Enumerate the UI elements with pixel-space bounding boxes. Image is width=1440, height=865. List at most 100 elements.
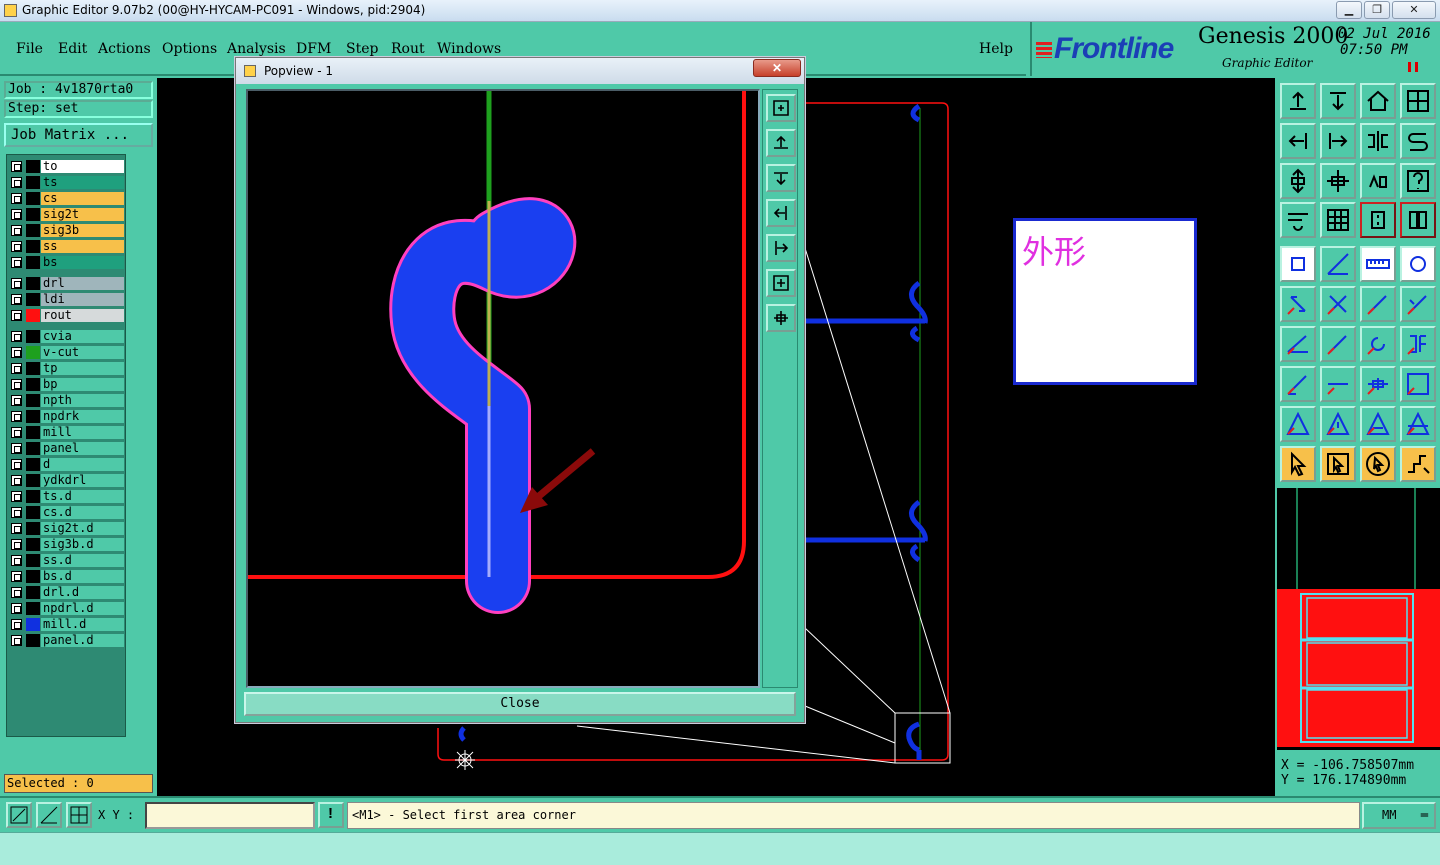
triangle-tool-button[interactable]: [1280, 406, 1316, 442]
layer-name[interactable]: panel.d: [41, 634, 124, 647]
layer-stack-tool-button[interactable]: [1360, 202, 1396, 238]
minimize-button[interactable]: ▁: [1336, 1, 1362, 19]
connect-tool-button[interactable]: [1280, 286, 1316, 322]
layer-row[interactable]: drl: [9, 276, 124, 291]
pad-tool-button[interactable]: [1280, 246, 1316, 282]
job-matrix-button[interactable]: Job Matrix ...: [4, 123, 153, 147]
popview-titlebar[interactable]: Popview - 1 ✕: [236, 58, 804, 84]
layer-name[interactable]: sig2t: [41, 208, 124, 221]
popview-window[interactable]: Popview - 1 ✕ Close: [235, 57, 805, 723]
layer-row[interactable]: bs: [9, 255, 124, 270]
scale-tool-button[interactable]: [1360, 163, 1396, 199]
layer-name[interactable]: ts: [41, 176, 124, 189]
zoom-box-button[interactable]: [6, 802, 32, 828]
layer-checkbox[interactable]: [11, 603, 22, 614]
layer-row[interactable]: to: [9, 159, 124, 174]
layer-checkbox[interactable]: [11, 475, 22, 486]
layer-checkbox[interactable]: [11, 619, 22, 630]
layer-row[interactable]: tp: [9, 361, 124, 376]
layer-row[interactable]: drl.d: [9, 585, 124, 600]
layer-color-swatch[interactable]: [26, 426, 40, 439]
pan-right-button[interactable]: [766, 234, 796, 262]
layer-checkbox[interactable]: [11, 395, 22, 406]
layer-checkbox[interactable]: [11, 177, 22, 188]
select-box-tool-button[interactable]: [1320, 446, 1356, 482]
pointer-tool-button[interactable]: [1280, 446, 1316, 482]
layer-checkbox[interactable]: [11, 331, 22, 342]
layer-checkbox[interactable]: [11, 278, 22, 289]
menu-step[interactable]: Step: [346, 41, 378, 57]
layer-color-swatch[interactable]: [26, 256, 40, 269]
mirror-tool-button[interactable]: [1360, 123, 1396, 159]
layer-name[interactable]: rout: [41, 309, 124, 322]
layer-name[interactable]: drl: [41, 277, 124, 290]
layer-color-swatch[interactable]: [26, 602, 40, 615]
tool-settings-tool-button[interactable]: [1280, 202, 1316, 238]
layer-name[interactable]: tp: [41, 362, 124, 375]
ruler-tool-button[interactable]: [1360, 246, 1396, 282]
layer-color-swatch[interactable]: [26, 192, 40, 205]
layer-name[interactable]: ts.d: [41, 490, 124, 503]
layer-name[interactable]: sig2t.d: [41, 522, 124, 535]
diagonal-tool-button[interactable]: [1320, 326, 1356, 362]
layer-name[interactable]: bs.d: [41, 570, 124, 583]
layer-row[interactable]: ts: [9, 175, 124, 190]
layer-row[interactable]: sig2t: [9, 207, 124, 222]
grid-button[interactable]: [66, 802, 92, 828]
popview-close-button[interactable]: Close: [244, 692, 796, 716]
layer-color-swatch[interactable]: [26, 330, 40, 343]
menu-edit[interactable]: Edit: [58, 41, 87, 57]
layer-checkbox[interactable]: [11, 209, 22, 220]
layer-checkbox[interactable]: [11, 539, 22, 550]
layer-color-swatch[interactable]: [26, 474, 40, 487]
move-up-tool-button[interactable]: [1280, 83, 1316, 119]
layer-name[interactable]: sig3b: [41, 224, 124, 237]
angle-tool-button[interactable]: [1280, 326, 1316, 362]
layer-checkbox[interactable]: [11, 571, 22, 582]
layer-color-swatch[interactable]: [26, 160, 40, 173]
layer-color-swatch[interactable]: [26, 362, 40, 375]
layer-color-swatch[interactable]: [26, 293, 40, 306]
move-right-tool-button[interactable]: [1320, 123, 1356, 159]
layer-color-swatch[interactable]: [26, 522, 40, 535]
move-left-tool-button[interactable]: [1280, 123, 1316, 159]
layer-name[interactable]: mill.d: [41, 618, 124, 631]
layer-name[interactable]: d: [41, 458, 124, 471]
popview-close-x[interactable]: ✕: [753, 59, 801, 77]
layer-row[interactable]: sig2t.d: [9, 521, 124, 536]
layer-color-swatch[interactable]: [26, 309, 40, 322]
layer-color-swatch[interactable]: [26, 458, 40, 471]
grid-tool-button[interactable]: [1320, 202, 1356, 238]
layer-row[interactable]: sig3b: [9, 223, 124, 238]
close-button[interactable]: ✕: [1392, 1, 1436, 19]
layer-name[interactable]: ldi: [41, 293, 124, 306]
menu-dfm[interactable]: DFM: [296, 41, 331, 57]
layer-row[interactable]: ldi: [9, 292, 124, 307]
layer-name[interactable]: ydkdrl: [41, 474, 124, 487]
layer-row[interactable]: npdrk: [9, 409, 124, 424]
layer-color-swatch[interactable]: [26, 506, 40, 519]
layer-checkbox[interactable]: [11, 347, 22, 358]
layer-checkbox[interactable]: [11, 635, 22, 646]
help-tool-button[interactable]: [1400, 163, 1436, 199]
triangle-fill-tool-button[interactable]: [1360, 406, 1396, 442]
fit-all-tool-button[interactable]: [1320, 163, 1356, 199]
move-down-tool-button[interactable]: [1320, 83, 1356, 119]
layer-name[interactable]: npdrl.d: [41, 602, 124, 615]
layer-color-swatch[interactable]: [26, 208, 40, 221]
layer-checkbox[interactable]: [11, 427, 22, 438]
overview-map[interactable]: [1277, 488, 1440, 750]
layer-checkbox[interactable]: [11, 161, 22, 172]
zoom-in-button[interactable]: [766, 94, 796, 122]
layer-checkbox[interactable]: [11, 257, 22, 268]
layer-row[interactable]: panel.d: [9, 633, 124, 648]
layer-color-swatch[interactable]: [26, 277, 40, 290]
frame-tool-button[interactable]: [1400, 326, 1436, 362]
layer-color-swatch[interactable]: [26, 442, 40, 455]
layer-name[interactable]: ss: [41, 240, 124, 253]
layer-row[interactable]: npth: [9, 393, 124, 408]
layer-color-swatch[interactable]: [26, 410, 40, 423]
layer-color-swatch[interactable]: [26, 394, 40, 407]
layer-color-swatch[interactable]: [26, 554, 40, 567]
layer-checkbox[interactable]: [11, 523, 22, 534]
